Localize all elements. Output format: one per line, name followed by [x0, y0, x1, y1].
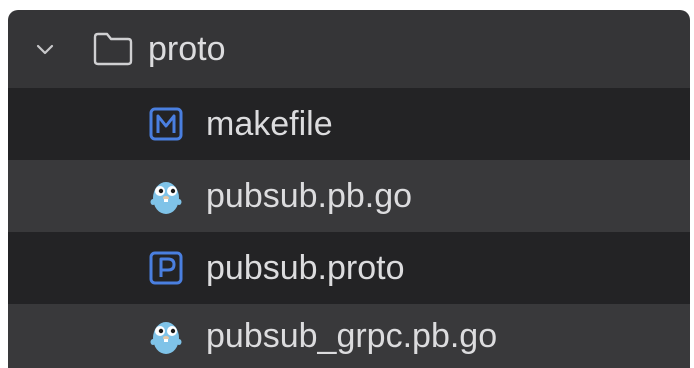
window-frame: proto makefile pubsub.pb.go pubsub.proto… [0, 0, 694, 368]
makefile-m-icon [149, 107, 183, 141]
tree-file-makefile[interactable]: makefile [8, 88, 690, 160]
file-label: makefile [206, 105, 333, 143]
go-gopher-icon [150, 182, 182, 214]
file-label: pubsub.proto [206, 249, 405, 287]
folder-outline-icon [93, 32, 133, 66]
tree-file-pubsub-pb-go[interactable]: pubsub.pb.go [8, 160, 690, 232]
folder-label: proto [148, 30, 226, 68]
chevron-down-icon[interactable] [34, 38, 56, 60]
project-file-tree: proto makefile pubsub.pb.go pubsub.proto… [8, 10, 690, 368]
go-gopher-icon [150, 322, 182, 354]
tree-file-pubsub-grpc-pb-go[interactable]: pubsub_grpc.pb.go [8, 304, 690, 368]
proto-p-icon [149, 251, 183, 285]
tree-file-pubsub-proto[interactable]: pubsub.proto [8, 232, 690, 304]
file-label: pubsub.pb.go [206, 177, 413, 215]
tree-folder-proto[interactable]: proto [8, 10, 690, 88]
file-label: pubsub_grpc.pb.go [206, 317, 498, 355]
